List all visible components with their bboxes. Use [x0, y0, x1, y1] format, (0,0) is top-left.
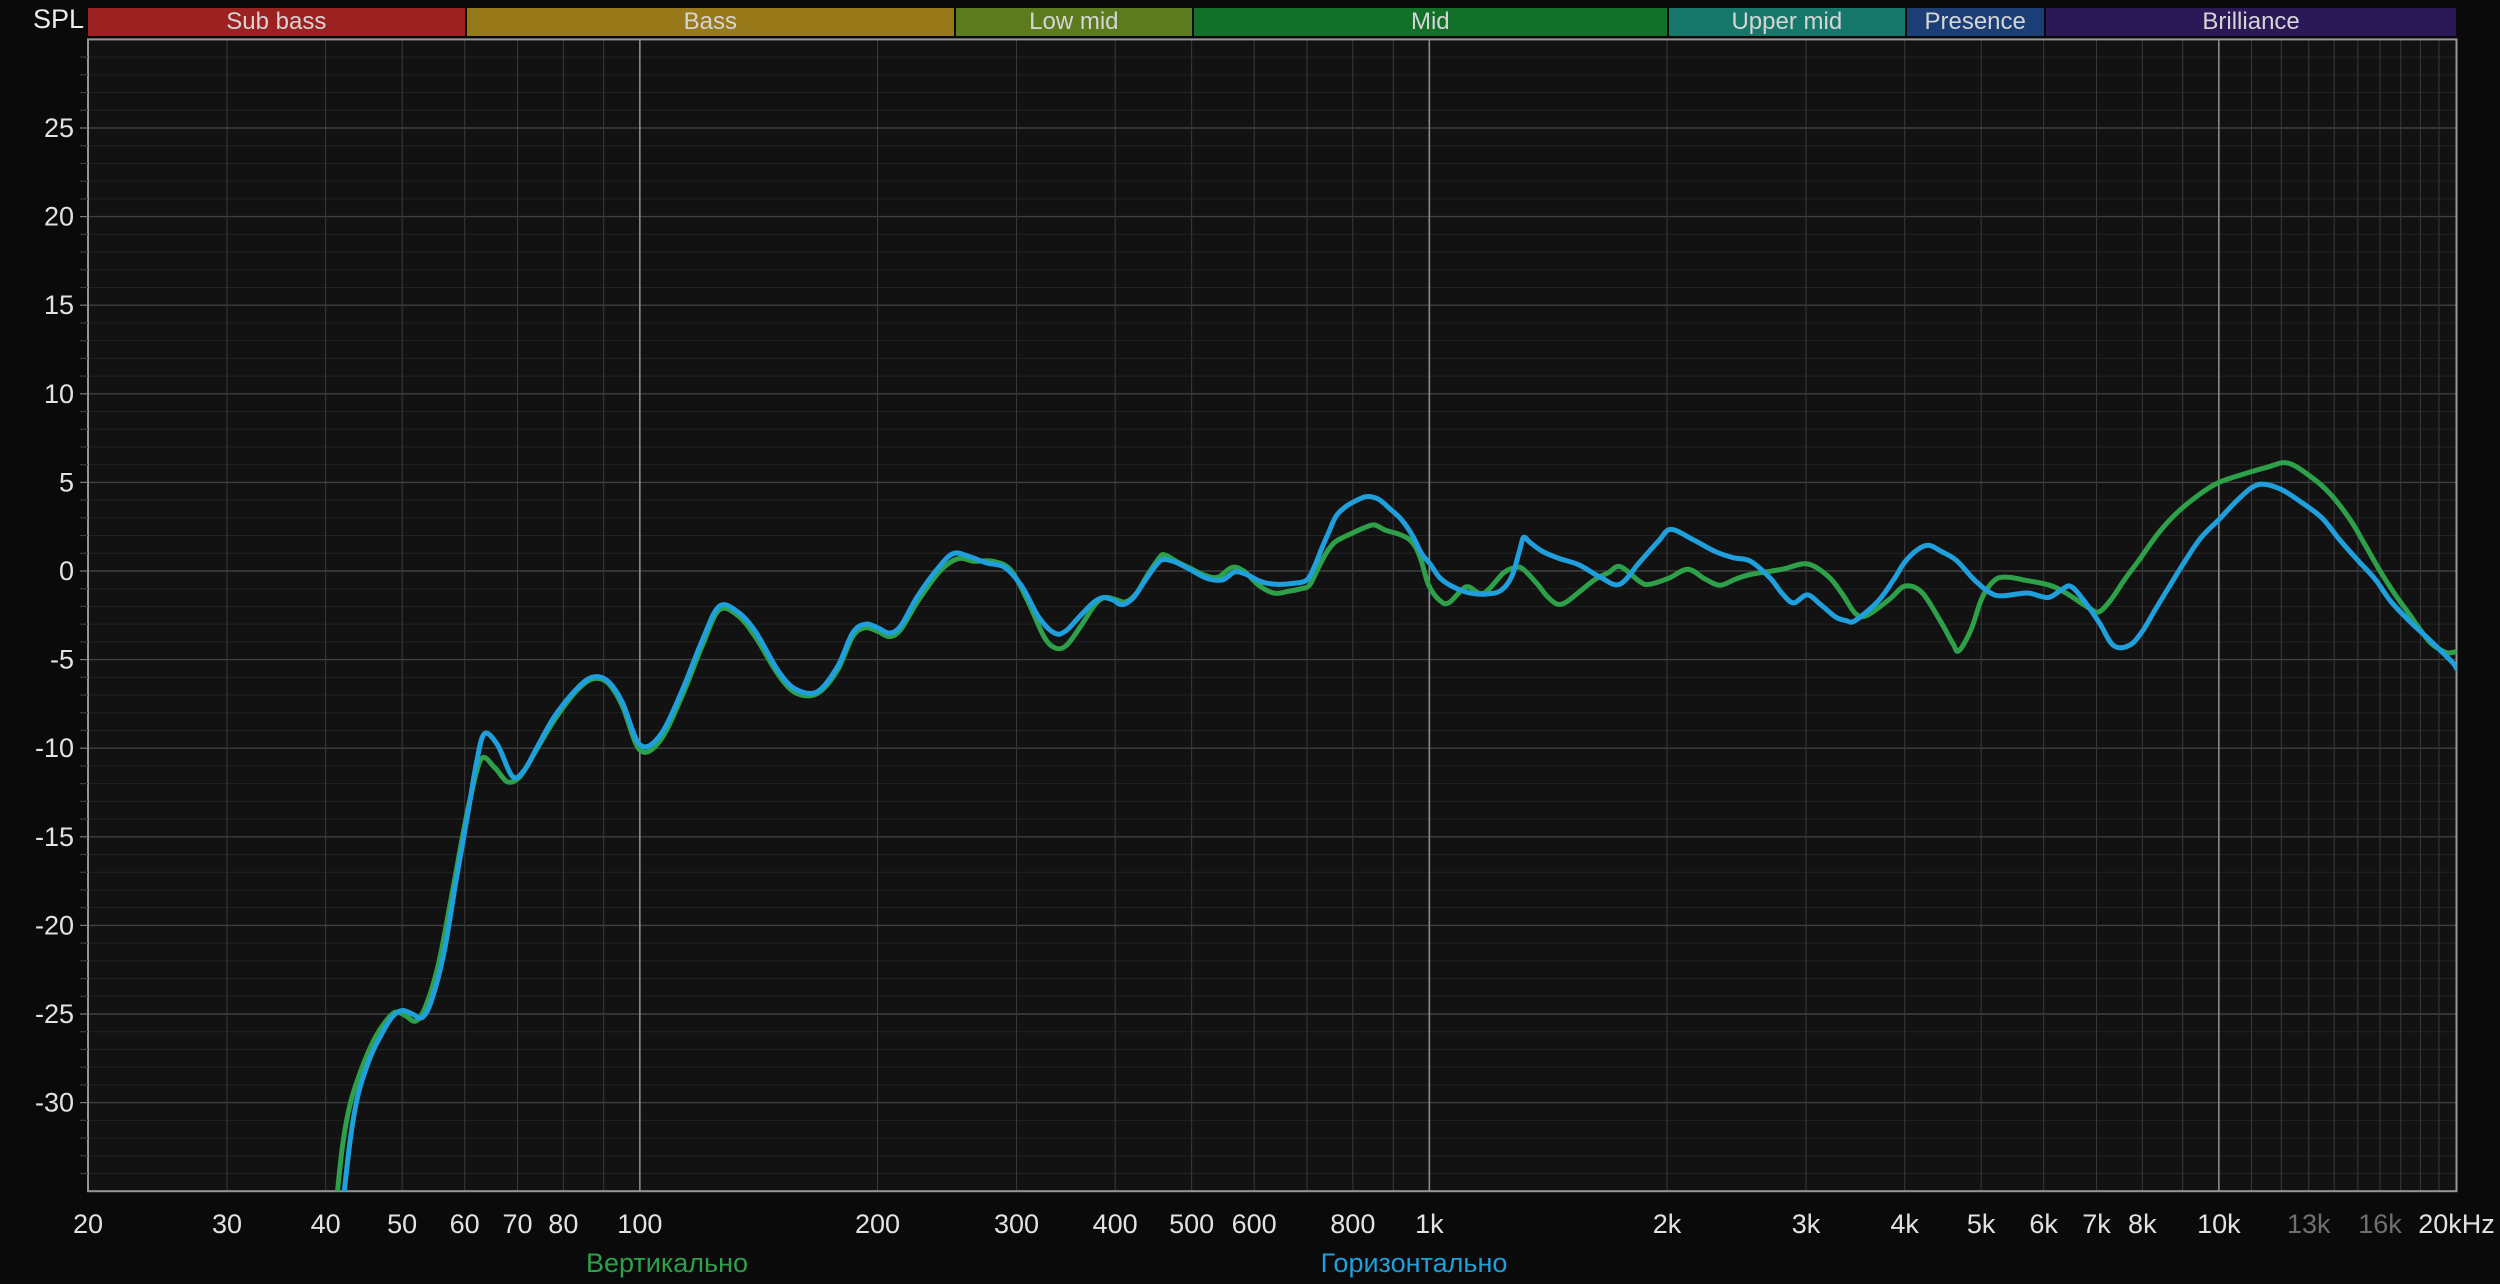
legend-item-vertical[interactable]: Вертикально: [586, 1248, 748, 1279]
x-tick-label: 30: [212, 1209, 242, 1239]
x-tick-label: 16k: [2358, 1209, 2402, 1239]
y-tick-label: 10: [44, 379, 74, 409]
x-tick-label: 50: [387, 1209, 417, 1239]
x-tick-label: 20: [73, 1209, 103, 1239]
y-tick-label: -10: [35, 733, 74, 763]
y-tick-label: -30: [35, 1088, 74, 1118]
y-tick-label: 20: [44, 202, 74, 232]
x-tick-label: 1k: [1415, 1209, 1444, 1239]
x-tick-label: 300: [994, 1209, 1039, 1239]
x-tick-label: 6k: [2029, 1209, 2058, 1239]
x-tick-label: 100: [617, 1209, 662, 1239]
x-tick-label: 500: [1169, 1209, 1214, 1239]
x-tick-label: 10k: [2197, 1209, 2241, 1239]
x-tick-label: 5k: [1967, 1209, 1996, 1239]
y-tick-label: 5: [59, 467, 74, 497]
x-tick-label: 80: [548, 1209, 578, 1239]
x-tick-label: 8k: [2128, 1209, 2157, 1239]
y-tick-label: -25: [35, 999, 74, 1029]
x-tick-label: 200: [855, 1209, 900, 1239]
y-tick-label: 15: [44, 290, 74, 320]
frequency-response-chart: SPL Sub bass Bass Low mid Mid Upper mid Prese…: [0, 0, 2500, 1284]
x-tick-label: 3k: [1792, 1209, 1821, 1239]
x-tick-label: 7k: [2082, 1209, 2111, 1239]
x-tick-label: 600: [1232, 1209, 1277, 1239]
legend-item-horizontal[interactable]: Горизонтально: [1321, 1248, 1508, 1279]
x-tick-label: 2k: [1653, 1209, 1682, 1239]
x-tick-label: 4k: [1890, 1209, 1919, 1239]
y-tick-label: -5: [50, 645, 74, 675]
x-tick-label: 800: [1330, 1209, 1375, 1239]
plot-canvas: 2520151050-5-10-15-20-25-3020 30 40 50 60 70 8…: [35, 38, 2495, 1239]
y-tick-label: 25: [44, 113, 74, 143]
plot-area: [88, 39, 2457, 1192]
x-tick-label: 40: [311, 1209, 341, 1239]
y-tick-label: 0: [59, 556, 74, 586]
y-tick-label: -20: [35, 910, 74, 940]
x-tick-label: 400: [1093, 1209, 1138, 1239]
x-tick-label: 60: [450, 1209, 480, 1239]
x-tick-label: 70: [503, 1209, 533, 1239]
x-tick-label: 20kHz: [2418, 1209, 2495, 1239]
y-tick-label: -15: [35, 822, 74, 852]
x-tick-label: 13k: [2287, 1209, 2331, 1239]
